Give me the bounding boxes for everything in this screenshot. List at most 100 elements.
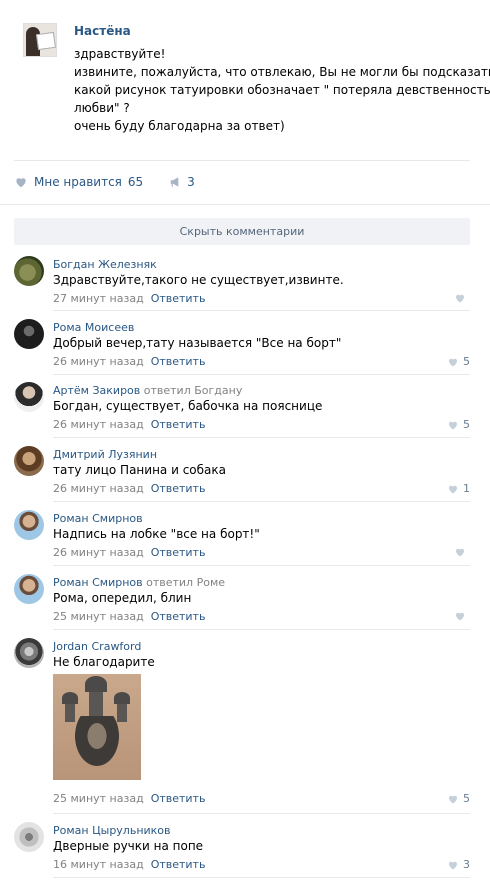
comment-meta: 26 минут назад Ответить	[53, 482, 205, 495]
comment-like-count[interactable]: 3	[463, 858, 470, 871]
comment-author-name[interactable]: Роман Смирнов	[53, 576, 143, 589]
comment-author-name[interactable]: Роман Смирнов	[53, 512, 143, 525]
comment-author-name[interactable]: Артём Закиров	[53, 384, 140, 397]
post-actions: Мне нравится 65 3	[14, 175, 221, 189]
heart-icon[interactable]	[447, 356, 459, 368]
comment-author-name[interactable]: Роман Цырульников	[53, 824, 171, 837]
comment-time[interactable]: 25 минут назад	[53, 792, 144, 805]
reply-button[interactable]: Ответить	[151, 292, 206, 305]
comment-author-name[interactable]: Рома Моисеев	[53, 321, 134, 334]
comment-like[interactable]: 1	[447, 482, 470, 495]
repost-count[interactable]: 3	[187, 175, 195, 189]
reply-button[interactable]: Ответить	[151, 355, 206, 368]
reply-button[interactable]: Ответить	[151, 418, 206, 431]
comment-time[interactable]: 25 минут назад	[53, 610, 144, 623]
heart-icon[interactable]	[14, 175, 28, 189]
hide-comments-button[interactable]: Скрыть комментарии	[14, 218, 470, 245]
comment-like[interactable]: 5	[447, 418, 470, 431]
heart-icon[interactable]	[447, 793, 459, 805]
comment-like-count[interactable]: 5	[463, 418, 470, 431]
comment-divider	[53, 437, 470, 438]
reply-button[interactable]: Ответить	[151, 546, 206, 559]
comment-time[interactable]: 16 минут назад	[53, 858, 144, 871]
comment-time[interactable]: 27 минут назад	[53, 292, 144, 305]
comment-like[interactable]	[454, 292, 470, 304]
comment-author-name[interactable]: Дмитрий Лузянин	[53, 448, 157, 461]
heart-icon[interactable]	[447, 483, 459, 495]
reply-to-label[interactable]: ответил Роме	[146, 576, 225, 589]
comment-author[interactable]: Роман Смирнов ответил Роме	[53, 576, 225, 589]
comment-author[interactable]: Богдан Железняк	[53, 258, 157, 271]
post-author-avatar[interactable]	[23, 23, 57, 57]
comment-divider	[53, 813, 470, 814]
comment-author-name[interactable]: Богдан Железняк	[53, 258, 157, 271]
comment-author[interactable]: Рома Моисеев	[53, 321, 134, 334]
like-count[interactable]: 65	[128, 175, 143, 189]
megaphone-icon[interactable]	[169, 175, 183, 189]
wall-post: Настёна здравствуйте! извините, пожалуйс…	[0, 0, 490, 205]
comment-divider	[53, 501, 470, 502]
post-text-line: какой рисунок татуировки обозначает " по…	[74, 83, 490, 97]
post-author-name[interactable]: Настёна	[74, 24, 131, 38]
post-text-line: очень буду благодарна за ответ)	[74, 119, 285, 133]
avatar[interactable]	[14, 256, 44, 286]
comment-time[interactable]: 26 минут назад	[53, 418, 144, 431]
section-divider	[0, 204, 490, 205]
avatar[interactable]	[14, 510, 44, 540]
comment-meta: 27 минут назад Ответить	[53, 292, 205, 305]
comment-like[interactable]: 3	[447, 858, 470, 871]
avatar[interactable]	[14, 382, 44, 412]
reply-button[interactable]: Ответить	[151, 610, 206, 623]
heart-icon[interactable]	[447, 859, 459, 871]
comment-time[interactable]: 26 минут назад	[53, 355, 144, 368]
comment-like-count[interactable]: 5	[463, 355, 470, 368]
church-dome	[114, 692, 130, 704]
comment-text: Дверные ручки на попе	[53, 839, 204, 853]
avatar[interactable]	[14, 319, 44, 349]
attached-photo[interactable]	[53, 674, 141, 780]
comment-text: Надпись на лобке "все на борт!"	[53, 527, 260, 541]
reply-button[interactable]: Ответить	[151, 858, 206, 871]
post-text-line: извините, пожалуйста, что отвлекаю, Вы н…	[74, 65, 490, 79]
comment-author[interactable]: Роман Смирнов	[53, 512, 143, 525]
reply-button[interactable]: Ответить	[151, 482, 206, 495]
heart-icon[interactable]	[454, 292, 466, 304]
heart-icon[interactable]	[447, 419, 459, 431]
reply-to-label[interactable]: ответил Богдану	[144, 384, 243, 397]
comment-divider	[53, 565, 470, 566]
comment-divider	[53, 310, 470, 311]
comment-like-count[interactable]: 5	[463, 792, 470, 805]
heart-icon[interactable]	[454, 546, 466, 558]
avatar[interactable]	[14, 574, 44, 604]
post-text-line: здравствуйте!	[74, 47, 166, 61]
comment-time[interactable]: 26 минут назад	[53, 482, 144, 495]
comment-author[interactable]: Дмитрий Лузянин	[53, 448, 157, 461]
comment-meta: 25 минут назад Ответить	[53, 610, 205, 623]
comment-like[interactable]	[454, 546, 470, 558]
comment-text: Добрый вечер,тату называется "Все на бор…	[53, 336, 342, 350]
comment-author[interactable]: Роман Цырульников	[53, 824, 171, 837]
comment-author[interactable]: Jordan Crawford	[53, 640, 141, 653]
avatar[interactable]	[14, 446, 44, 476]
avatar[interactable]	[14, 638, 44, 668]
heart-icon[interactable]	[454, 610, 466, 622]
comment-like[interactable]: 5	[447, 792, 470, 805]
comment-like[interactable]: 5	[447, 355, 470, 368]
avatar-sign	[35, 31, 56, 51]
comment-text: тату лицо Панина и собака	[53, 463, 226, 477]
comment-time[interactable]: 26 минут назад	[53, 546, 144, 559]
comment-text: Здравствуйте,такого не существует,извинт…	[53, 273, 344, 287]
comment-like-count[interactable]: 1	[463, 482, 470, 495]
avatar[interactable]	[14, 822, 44, 852]
comment-author-name[interactable]: Jordan Crawford	[53, 640, 141, 653]
like-button[interactable]: Мне нравится	[34, 175, 122, 189]
post-text-line: любви" ?	[74, 101, 130, 115]
comment-text: Рома, опередил, блин	[53, 591, 192, 605]
comment-divider	[53, 877, 470, 878]
reply-button[interactable]: Ответить	[151, 792, 206, 805]
comment-text: Богдан, существует, бабочка на пояснице	[53, 399, 323, 413]
comment-like[interactable]	[454, 610, 470, 622]
comment-author[interactable]: Артём Закиров ответил Богдану	[53, 384, 242, 397]
comment-meta: 16 минут назад Ответить	[53, 858, 205, 871]
madonna-figure	[75, 716, 119, 766]
